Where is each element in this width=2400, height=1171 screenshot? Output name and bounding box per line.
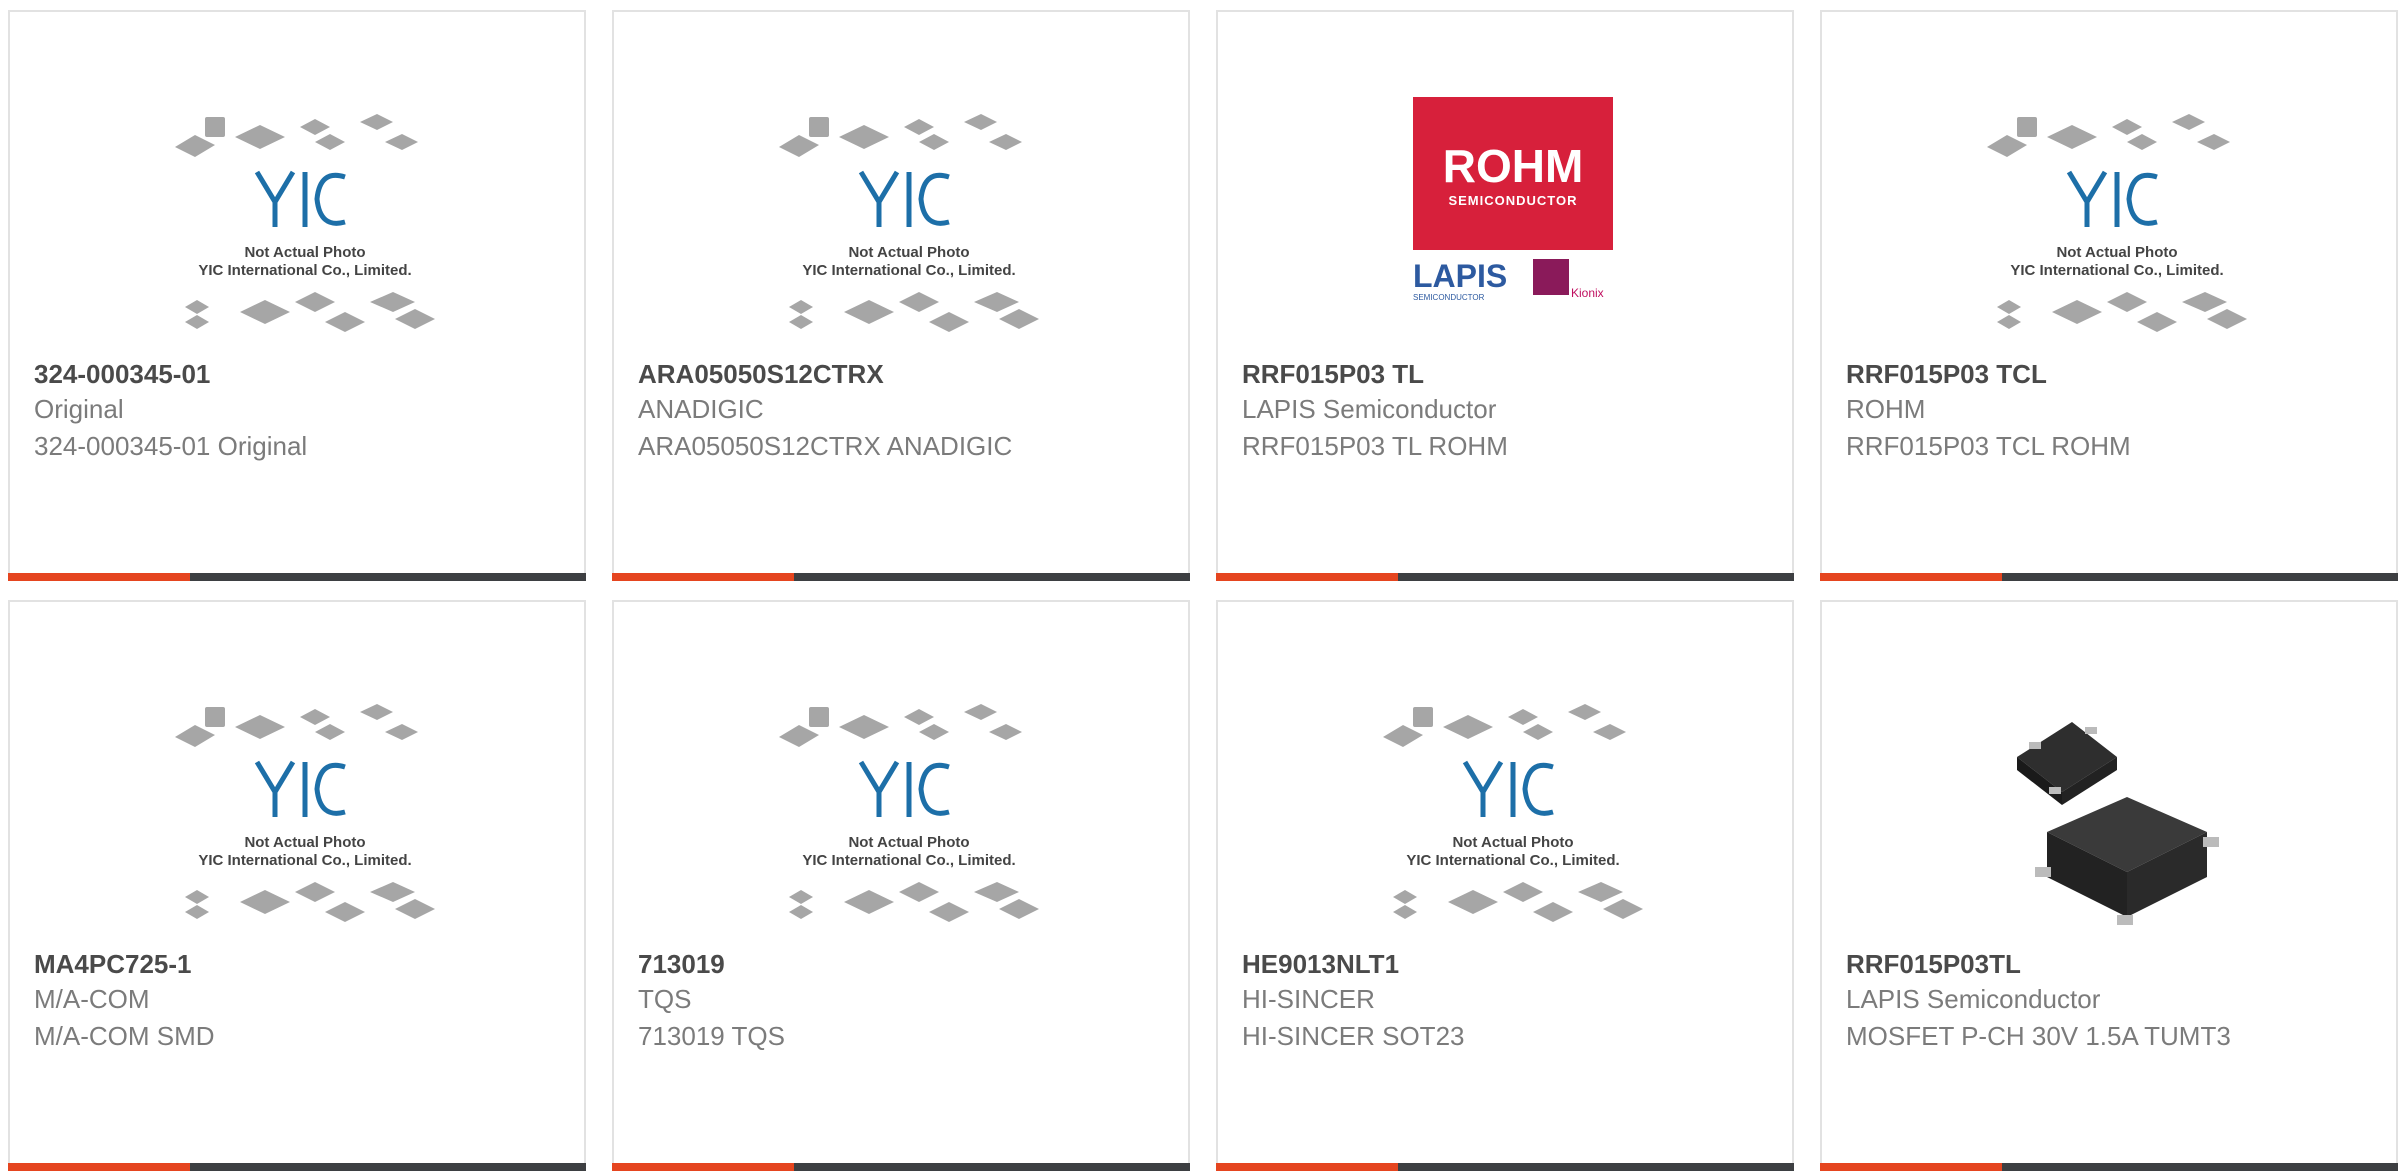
description: RRF015P03 TL ROHM [1242,431,1508,461]
card-bar [8,573,586,581]
manufacturer-logo: ROHM SEMICONDUCTOR LAPIS SEMICONDUCTOR K… [1373,97,1653,352]
product-card[interactable]: Not Actual Photo YIC International Co., … [1216,600,1794,1171]
manufacturer: ROHM [1846,394,1926,424]
placeholder-line2: YIC International Co., Limited. [1406,852,1619,869]
part-number[interactable]: 324-000345-01 [34,357,574,391]
manufacturer: TQS [638,984,692,1014]
manufacturer: LAPIS Semiconductor [1242,394,1497,424]
manufacturer: LAPIS Semiconductor [1846,984,2101,1014]
placeholder-line2: YIC International Co., Limited. [198,262,411,279]
product-card[interactable]: Not Actual Photo YIC International Co., … [612,10,1190,581]
product-card[interactable]: Not Actual Photo YIC International Co., … [8,600,586,1171]
chip-large-icon [2035,797,2219,925]
part-number[interactable]: ARA05050S12CTRX [638,357,1178,391]
placeholder-line1: Not Actual Photo [1452,834,1573,851]
product-image-placeholder: Not Actual Photo YIC International Co., … [769,97,1049,352]
chip-small-icon [2017,722,2117,805]
product-photo [1977,687,2257,942]
product-image-placeholder: Not Actual Photo YIC International Co., … [1373,687,1653,942]
part-number[interactable]: HE9013NLT1 [1242,947,1782,981]
product-image-placeholder: Not Actual Photo YIC International Co., … [165,97,445,352]
description: M/A-COM SMD [34,1021,215,1051]
description: ARA05050S12CTRX ANADIGIC [638,431,1013,461]
manufacturer: HI-SINCER [1242,984,1375,1014]
placeholder-line2: YIC International Co., Limited. [198,852,411,869]
part-number[interactable]: RRF015P03 TL [1242,357,1782,391]
card-bar [8,1163,586,1171]
description: 713019 TQS [638,1021,785,1051]
manufacturer: Original [34,394,124,424]
product-card[interactable]: Not Actual Photo YIC International Co., … [1820,10,2398,581]
description: 324-000345-01 Original [34,431,308,461]
card-bar [1216,573,1794,581]
product-card[interactable]: Not Actual Photo YIC International Co., … [612,600,1190,1171]
product-grid: Not Actual Photo YIC International Co., … [0,0,2400,1171]
manufacturer: M/A-COM [34,984,150,1014]
part-number[interactable]: 713019 [638,947,1178,981]
part-number[interactable]: RRF015P03TL [1846,947,2386,981]
placeholder-line1: Not Actual Photo [244,834,365,851]
placeholder-line1: Not Actual Photo [848,244,969,261]
product-card[interactable]: RRF015P03TL LAPIS Semiconductor MOSFET P… [1820,600,2398,1171]
card-bar [1820,573,2398,581]
card-bar [612,573,1190,581]
placeholder-line1: Not Actual Photo [848,834,969,851]
placeholder-line1: Not Actual Photo [2056,244,2177,261]
product-image-placeholder: Not Actual Photo YIC International Co., … [769,687,1049,942]
product-image-placeholder: Not Actual Photo YIC International Co., … [1977,97,2257,352]
lapis-text: LAPIS [1413,258,1507,294]
placeholder-line2: YIC International Co., Limited. [802,262,1015,279]
product-image-placeholder: Not Actual Photo YIC International Co., … [165,687,445,942]
product-card[interactable]: ROHM SEMICONDUCTOR LAPIS SEMICONDUCTOR K… [1216,10,1794,581]
description: MOSFET P-CH 30V 1.5A TUMT3 [1846,1021,2231,1051]
product-card[interactable]: Not Actual Photo YIC International Co., … [8,10,586,581]
card-bar [1820,1163,2398,1171]
placeholder-line2: YIC International Co., Limited. [2010,262,2223,279]
placeholder-line1: Not Actual Photo [244,244,365,261]
rohm-sub: SEMICONDUCTOR [1448,193,1577,208]
card-bar [612,1163,1190,1171]
lapis-sub: SEMICONDUCTOR [1413,293,1485,302]
kionix-text: Kionix [1571,286,1604,300]
rohm-text: ROHM [1443,140,1584,192]
card-bar [1216,1163,1794,1171]
part-number[interactable]: MA4PC725-1 [34,947,574,981]
part-number[interactable]: RRF015P03 TCL [1846,357,2386,391]
placeholder-line2: YIC International Co., Limited. [802,852,1015,869]
description: RRF015P03 TCL ROHM [1846,431,2131,461]
description: HI-SINCER SOT23 [1242,1021,1465,1051]
manufacturer: ANADIGIC [638,394,764,424]
